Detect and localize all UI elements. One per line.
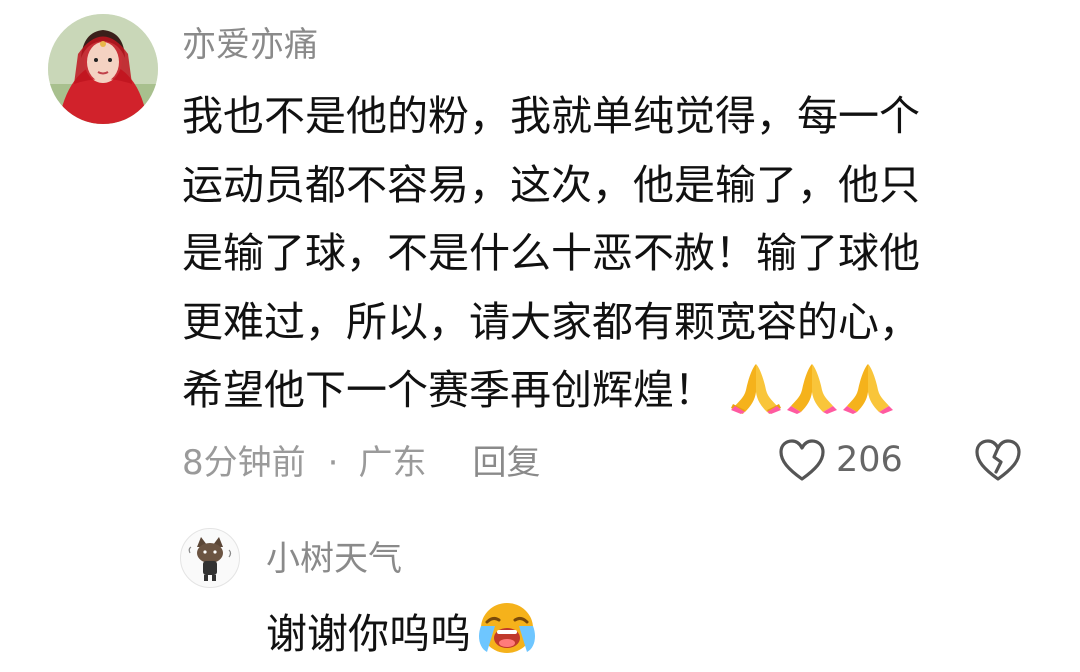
reply-username[interactable]: 小树天气 bbox=[266, 536, 402, 582]
crying-face-emoji-icon bbox=[475, 596, 539, 672]
folded-hands-emoji-icon bbox=[787, 364, 837, 414]
comment-line: 我也不是他的粉，我就单纯觉得，每一个 bbox=[182, 92, 920, 140]
comment-location: 广东 bbox=[358, 443, 427, 483]
comment-line: 更难过，所以，请大家都有颗宽容的心， bbox=[182, 297, 920, 346]
comment-meta: 8分钟前 · 广东 回复 bbox=[182, 440, 540, 486]
comment-text: 我也不是他的粉，我就单纯觉得，每一个 运动员都不容易，这次，他是输了，他只 是输… bbox=[182, 82, 1012, 435]
emoji-group bbox=[729, 360, 897, 435]
meta-separator: · bbox=[327, 443, 339, 483]
heart-icon bbox=[779, 439, 825, 481]
reply-text-content: 谢谢你呜呜 bbox=[266, 610, 471, 658]
comment-line: 运动员都不容易，这次，他是输了，他只 bbox=[182, 160, 920, 209]
cat-avatar-image bbox=[188, 537, 232, 581]
comment-line-text: 希望他下一个赛季再创辉煌！ bbox=[182, 366, 715, 414]
folded-hands-emoji-icon bbox=[843, 364, 893, 414]
comment-line: 希望他下一个赛季再创辉煌！ bbox=[182, 356, 1012, 435]
comment-time: 8分钟前 bbox=[182, 443, 306, 483]
broken-heart-icon bbox=[975, 439, 1021, 481]
like-button[interactable]: 206 bbox=[778, 438, 903, 482]
reply-user-avatar[interactable] bbox=[180, 528, 240, 588]
user-avatar[interactable] bbox=[48, 14, 158, 124]
avatar-image bbox=[48, 14, 158, 124]
reply-button[interactable]: 回复 bbox=[472, 440, 540, 486]
like-count: 206 bbox=[836, 440, 903, 480]
dislike-button[interactable] bbox=[974, 438, 1022, 486]
reply-text: 谢谢你呜呜 bbox=[266, 596, 539, 672]
comment-username[interactable]: 亦爱亦痛 bbox=[182, 22, 318, 68]
folded-hands-emoji-icon bbox=[731, 364, 781, 414]
comment-line: 是输了球，不是什么十恶不赦！输了球他 bbox=[182, 229, 920, 277]
